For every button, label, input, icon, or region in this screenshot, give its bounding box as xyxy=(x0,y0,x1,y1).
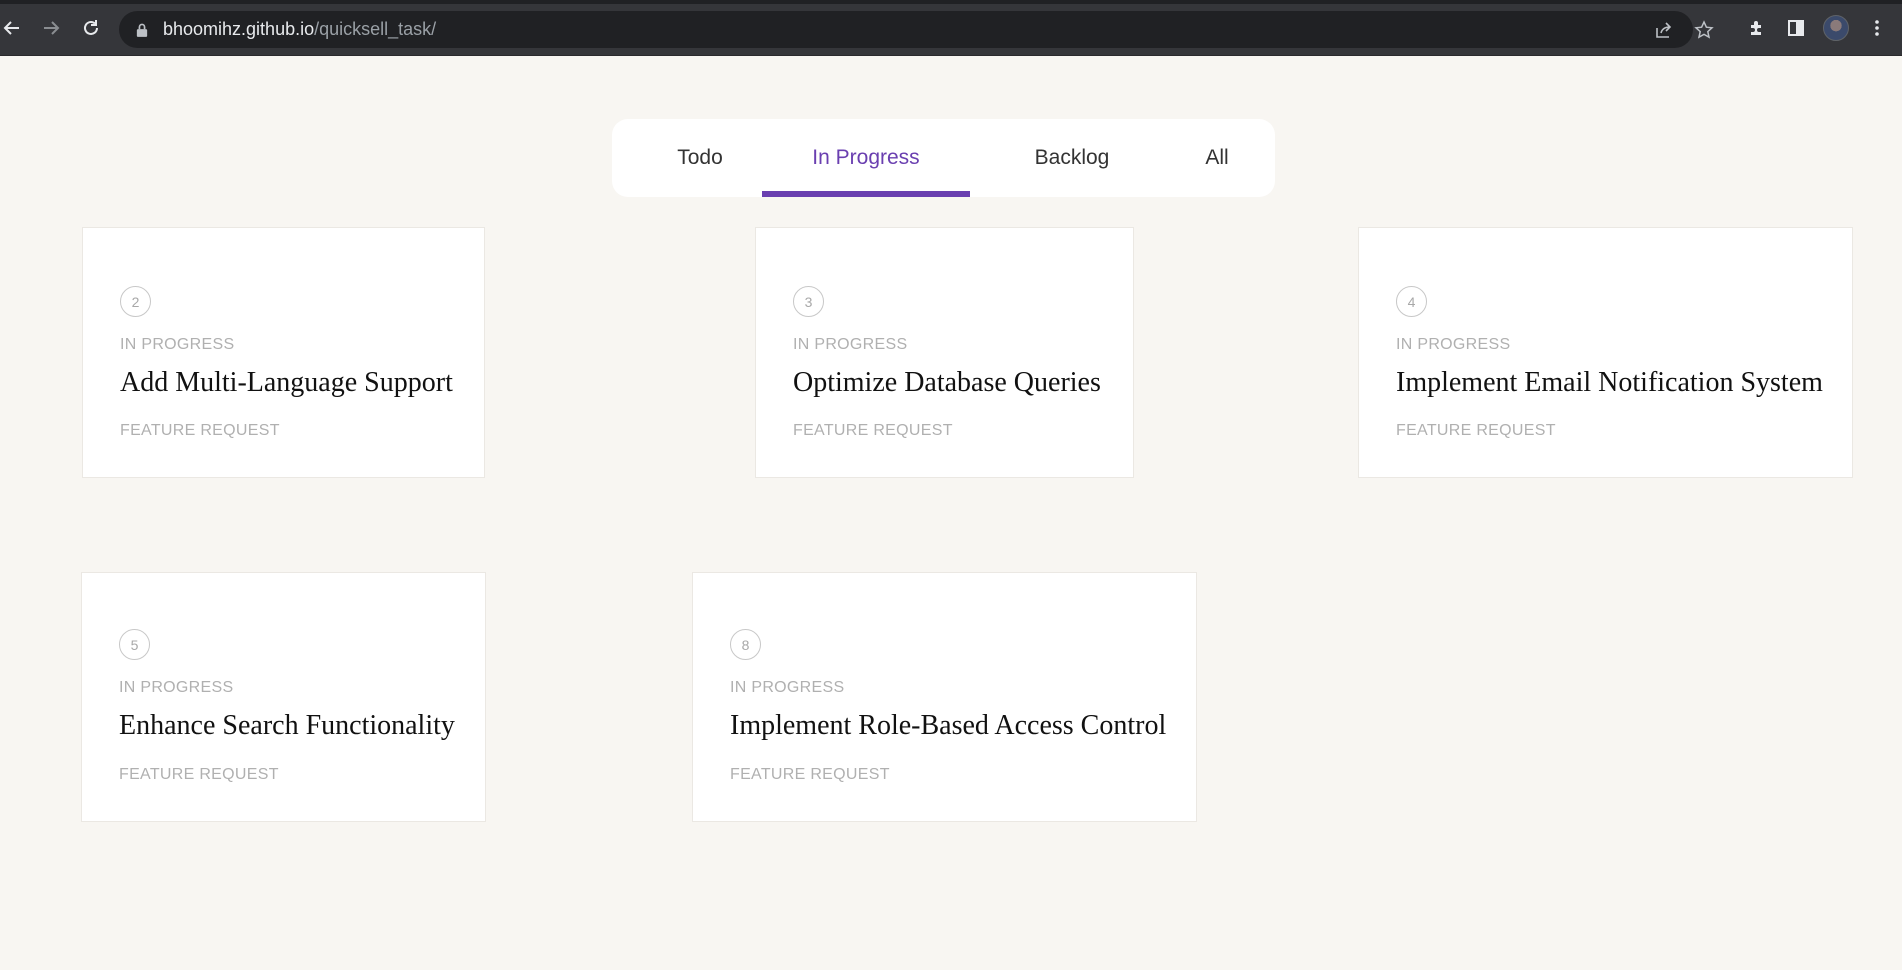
task-status: IN PROGRESS xyxy=(793,336,908,353)
task-number-badge: 8 xyxy=(730,629,761,660)
task-card[interactable]: 4 IN PROGRESS Implement Email Notificati… xyxy=(1358,227,1853,478)
side-panel-icon[interactable] xyxy=(1785,17,1807,39)
url-text[interactable]: bhoomihz.github.io/quicksell_task/ xyxy=(163,19,436,40)
tab-all[interactable]: All xyxy=(1182,119,1252,197)
url-host: bhoomihz.github.io xyxy=(163,19,315,39)
task-number-badge: 5 xyxy=(119,629,150,660)
back-icon[interactable] xyxy=(0,16,24,40)
tab-in-progress[interactable]: In Progress xyxy=(762,119,970,197)
task-number-badge: 3 xyxy=(793,286,824,317)
task-title: Implement Email Notification System xyxy=(1396,367,1823,398)
extensions-icon[interactable] xyxy=(1746,17,1768,39)
menu-kebab-icon[interactable] xyxy=(1866,17,1888,39)
task-card[interactable]: 8 IN PROGRESS Implement Role-Based Acces… xyxy=(692,572,1197,822)
task-number-badge: 2 xyxy=(120,286,151,317)
task-title: Enhance Search Functionality xyxy=(119,710,455,741)
task-category: FEATURE REQUEST xyxy=(120,422,280,439)
task-title: Add Multi-Language Support xyxy=(120,367,453,398)
profile-avatar[interactable] xyxy=(1823,15,1849,41)
task-category: FEATURE REQUEST xyxy=(793,422,953,439)
status-tabs: Todo In Progress Backlog All xyxy=(612,119,1275,197)
task-title: Optimize Database Queries xyxy=(793,367,1101,398)
task-status: IN PROGRESS xyxy=(730,679,845,696)
task-category: FEATURE REQUEST xyxy=(1396,422,1556,439)
forward-icon[interactable] xyxy=(39,16,63,40)
task-status: IN PROGRESS xyxy=(120,336,235,353)
task-title: Implement Role-Based Access Control xyxy=(730,710,1167,741)
task-card[interactable]: 2 IN PROGRESS Add Multi-Language Support… xyxy=(82,227,485,478)
lock-icon[interactable] xyxy=(136,22,150,38)
task-number-badge: 4 xyxy=(1396,286,1427,317)
task-category: FEATURE REQUEST xyxy=(730,766,890,783)
task-card[interactable]: 3 IN PROGRESS Optimize Database Queries … xyxy=(755,227,1134,478)
tab-backlog[interactable]: Backlog xyxy=(1002,119,1142,197)
task-status: IN PROGRESS xyxy=(119,679,234,696)
bookmark-star-icon[interactable] xyxy=(1693,19,1715,41)
tab-todo[interactable]: Todo xyxy=(642,119,758,197)
share-icon[interactable] xyxy=(1653,19,1675,41)
reload-icon[interactable] xyxy=(79,16,103,40)
url-path: /quicksell_task/ xyxy=(314,19,437,39)
tab-strip xyxy=(0,0,1902,4)
task-status: IN PROGRESS xyxy=(1396,336,1511,353)
task-card[interactable]: 5 IN PROGRESS Enhance Search Functionali… xyxy=(81,572,486,822)
browser-toolbar: bhoomihz.github.io/quicksell_task/ xyxy=(0,0,1902,56)
task-category: FEATURE REQUEST xyxy=(119,766,279,783)
address-bar[interactable]: bhoomihz.github.io/quicksell_task/ xyxy=(119,11,1714,48)
